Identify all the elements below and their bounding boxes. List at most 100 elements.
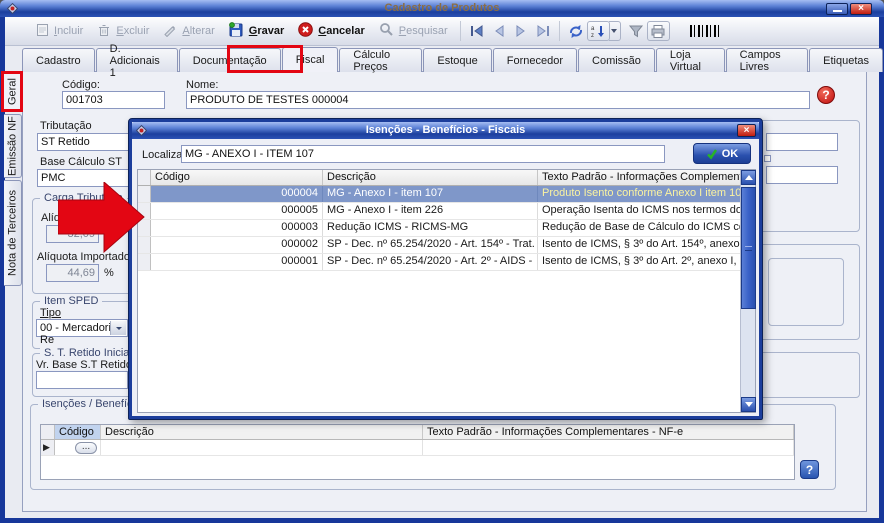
tributacao-label: Tributação xyxy=(40,120,92,132)
window-title: Cadastro de Produtos xyxy=(0,2,884,14)
modal-table-header: Código Descrição Texto Padrão - Informaç… xyxy=(138,170,755,186)
filter-button[interactable] xyxy=(625,21,647,41)
gravar-button[interactable]: Gravar xyxy=(222,19,291,43)
codigo-cell: ... xyxy=(55,440,101,455)
refresh-button[interactable] xyxy=(565,21,587,41)
new-record-icon xyxy=(36,23,49,40)
printer-icon xyxy=(650,24,666,39)
vertical-scrollbar[interactable] xyxy=(740,170,755,412)
percent-sign: % xyxy=(104,267,114,279)
vr-base-st-retido-input[interactable] xyxy=(36,371,128,389)
codigo-input[interactable]: 001703 xyxy=(62,91,165,109)
tab-loja-virtual[interactable]: Loja Virtual xyxy=(656,48,725,72)
table-row-selected[interactable]: 000004 MG - Anexo I - item 107 Produto I… xyxy=(138,186,755,203)
codigo-cell: 000004 xyxy=(151,186,323,202)
side-tab-geral[interactable]: Geral xyxy=(4,72,22,112)
print-button[interactable] xyxy=(647,21,670,41)
codigo-cell: 000005 xyxy=(151,203,323,219)
isencoes-beneficios-legend: Isenções / Benefíc xyxy=(38,398,137,410)
previous-record-button[interactable] xyxy=(488,21,510,41)
side-tab-nota-de-terceiros[interactable]: Nota de Terceiros xyxy=(4,180,22,286)
minimize-button[interactable] xyxy=(826,3,848,15)
tab-campos-livres[interactable]: Campos Livres xyxy=(726,48,808,72)
alterar-button[interactable]: Alterar xyxy=(156,20,221,43)
scroll-up-button[interactable] xyxy=(741,170,756,185)
aliquota-nacional-input[interactable]: 32,09 xyxy=(46,225,99,243)
tab-calculo-precos[interactable]: Cálculo Preços xyxy=(339,48,422,72)
descricao-cell xyxy=(101,440,423,455)
cancelar-button[interactable]: Cancelar xyxy=(291,19,371,43)
codigo-column-header[interactable]: Código xyxy=(151,170,323,185)
sort-options-dropdown[interactable] xyxy=(609,21,621,41)
tab-d-adicionais-1[interactable]: D. Adicionais 1 xyxy=(96,48,178,72)
tab-cadastro[interactable]: Cadastro xyxy=(22,48,95,72)
incluir-button[interactable]: Incluir xyxy=(29,20,90,43)
modal-close-button[interactable]: × xyxy=(737,124,756,137)
tipo-label: Tipo xyxy=(40,307,61,319)
side-tab-strip: Geral Emissão NF Nota de Terceiros xyxy=(4,72,22,288)
lookup-ellipsis-button[interactable]: ... xyxy=(75,442,97,454)
save-floppy-icon xyxy=(229,22,244,40)
isencoes-grid-header: Código Descrição Texto Padrão - Informaç… xyxy=(41,425,794,440)
percent-sign: % xyxy=(104,228,114,240)
table-row[interactable]: 000005 MG - Anexo I - item 226 Operação … xyxy=(138,203,755,220)
sort-button[interactable]: az xyxy=(587,21,610,41)
modal-title-bar: Isenções - Benefícios - Fiscais × xyxy=(132,122,759,139)
aliquota-importado-input[interactable]: 44,69 xyxy=(46,264,99,282)
barcode-icon xyxy=(690,25,720,37)
descricao-cell: SP - Dec. nº 65.254/2020 - Art. 2º - AID… xyxy=(323,254,538,270)
tab-fiscal[interactable]: Fiscal xyxy=(282,47,339,72)
carga-tributaria-legend: Carga Tributária xyxy=(40,192,127,204)
previous-record-icon xyxy=(491,24,507,38)
close-button[interactable]: × xyxy=(850,3,872,15)
table-row[interactable]: 000001 SP - Dec. nº 65.254/2020 - Art. 2… xyxy=(138,254,755,271)
toolbar-separator xyxy=(460,21,461,41)
tab-estoque[interactable]: Estoque xyxy=(423,48,491,72)
codigo-label: Código: xyxy=(62,79,100,91)
filter-funnel-icon xyxy=(628,24,644,38)
help-button-blue[interactable]: ? xyxy=(800,460,819,479)
scrollbar-thumb[interactable] xyxy=(741,187,756,309)
tab-etiquetas[interactable]: Etiquetas xyxy=(809,48,883,72)
background-input-2[interactable] xyxy=(766,166,838,184)
isencoes-modal-body: Isenções - Benefícios - Fiscais × Locali… xyxy=(132,122,759,416)
row-indicator-header xyxy=(41,425,55,439)
table-row[interactable]: 000003 Redução ICMS - RICMS-MG Redução d… xyxy=(138,220,755,237)
app-window: Cadastro de Produtos × Incluir Excluir A… xyxy=(0,0,884,523)
background-input-1[interactable] xyxy=(766,133,838,151)
tipo-select[interactable]: 00 - Mercadoria Re xyxy=(36,319,128,337)
texto-padrao-column-header[interactable]: Texto Padrão - Informações Complementare… xyxy=(538,170,755,185)
excluir-button[interactable]: Excluir xyxy=(90,20,156,43)
pesquisar-button[interactable]: Pesquisar xyxy=(372,19,455,43)
first-record-button[interactable] xyxy=(466,21,488,41)
texto-cell: Operação Isenta do ICMS nos termos do it… xyxy=(538,203,755,219)
aliquota-nacional-label: Alíquota Nacional xyxy=(41,212,127,224)
side-tab-emissao-nf[interactable]: Emissão NF xyxy=(4,114,22,178)
sort-az-icon: az xyxy=(591,24,605,38)
trash-icon xyxy=(97,23,111,40)
tab-documentacao[interactable]: Documentação xyxy=(179,48,281,72)
descricao-column-header[interactable]: Descrição xyxy=(323,170,538,185)
texto-cell: Produto Isento conforme Anexo I item 107… xyxy=(538,186,755,202)
next-record-button[interactable] xyxy=(510,21,532,41)
localizar-label: Localizar xyxy=(142,149,186,161)
background-checkbox[interactable] xyxy=(764,155,771,162)
descricao-column-header[interactable]: Descrição xyxy=(101,425,423,439)
nome-input[interactable]: PRODUTO DE TESTES 000004 xyxy=(186,91,810,109)
tab-comissao[interactable]: Comissão xyxy=(578,48,655,72)
tab-fornecedor[interactable]: Fornecedor xyxy=(493,48,577,72)
nome-label: Nome: xyxy=(186,79,218,91)
table-row[interactable]: ▶ ... xyxy=(41,440,794,456)
last-record-button[interactable] xyxy=(532,21,554,41)
base-calculo-st-label: Base Cálculo ST xyxy=(40,156,122,168)
refresh-icon xyxy=(568,24,584,39)
table-row[interactable]: 000002 SP - Dec. nº 65.254/2020 - Art. 1… xyxy=(138,237,755,254)
help-button-red[interactable]: ? xyxy=(817,86,835,104)
row-indicator-header xyxy=(138,170,151,185)
toolbar-separator xyxy=(559,21,560,41)
scroll-down-button[interactable] xyxy=(741,397,756,412)
texto-padrao-column-header[interactable]: Texto Padrão - Informações Complementare… xyxy=(423,425,794,439)
ok-button[interactable]: OK xyxy=(693,143,751,164)
localizar-input[interactable]: MG - ANEXO I - ITEM 107 xyxy=(181,145,665,163)
codigo-column-header[interactable]: Código xyxy=(55,425,101,439)
